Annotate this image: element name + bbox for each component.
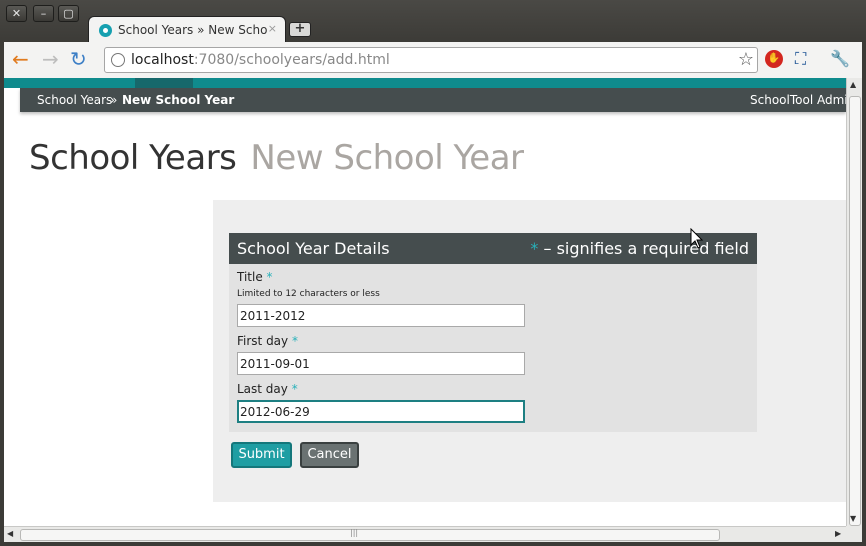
wrench-menu-icon[interactable]: 🔧 <box>830 50 850 68</box>
cancel-button[interactable]: Cancel <box>300 442 359 468</box>
mouse-cursor-icon <box>690 228 704 249</box>
breadcrumb-school-years[interactable]: School Years <box>37 93 112 107</box>
first-day-required-star: * <box>291 334 298 348</box>
window-minimize-button[interactable]: – <box>33 5 54 22</box>
vertical-scrollbar[interactable]: ▲ ▼ <box>846 78 862 526</box>
scroll-grip: ||| <box>350 528 359 537</box>
vertical-scroll-thumb[interactable] <box>849 96 861 526</box>
page-title-sub: New School Year <box>250 138 524 178</box>
breadcrumb: School Years » New School Year SchoolToo… <box>20 88 846 112</box>
first-day-label-text: First day <box>237 334 289 348</box>
page-viewport: School Years » New School Year SchoolToo… <box>4 88 846 526</box>
url-host: localhost <box>131 52 194 68</box>
title-label-text: Title <box>237 270 263 284</box>
address-bar[interactable]: localhost:7080/schoolyears/add.html ☆ <box>104 47 758 73</box>
accent-bar <box>4 78 846 88</box>
scroll-right-arrow-icon[interactable]: ▶ <box>835 529 841 538</box>
required-field-note: * – signifies a required field <box>530 239 749 258</box>
required-star: * <box>530 239 539 258</box>
scroll-up-arrow-icon[interactable]: ▲ <box>850 80 856 89</box>
scrollbar-corner <box>846 526 862 542</box>
stop-extension-icon[interactable]: ✋ <box>765 50 783 68</box>
tab-title: School Years » New School Year <box>118 23 268 37</box>
page-title-main: School Years <box>29 138 237 178</box>
submit-button[interactable]: Submit <box>231 442 292 468</box>
window-maximize-button[interactable]: ▢ <box>58 5 79 22</box>
schooltool-favicon-icon <box>99 24 112 37</box>
breadcrumb-separator: » <box>110 93 118 107</box>
school-year-form: School Year Details * – signifies a requ… <box>229 233 757 432</box>
content-area: School Year Details * – signifies a requ… <box>213 200 846 502</box>
first-day-label: First day * <box>237 334 298 348</box>
reload-icon[interactable]: ↻ <box>70 49 87 69</box>
title-label: Title * <box>237 270 273 284</box>
required-note-text: – signifies a required field <box>543 239 750 258</box>
url-path: :7080/schoolyears/add.html <box>193 52 390 68</box>
horizontal-scroll-thumb[interactable] <box>20 529 720 541</box>
accent-bar-highlight <box>135 78 193 88</box>
globe-icon <box>111 53 125 67</box>
scroll-down-arrow-icon[interactable]: ▼ <box>850 514 856 523</box>
title-hint: Limited to 12 characters or less <box>237 289 380 299</box>
breadcrumb-new-school-year: New School Year <box>122 93 235 107</box>
last-day-label: Last day * <box>237 382 298 396</box>
forward-arrow-icon[interactable]: → <box>42 49 59 69</box>
browser-tab[interactable]: School Years » New School Year × <box>88 16 286 44</box>
title-required-star: * <box>266 270 273 284</box>
new-tab-button[interactable]: + <box>289 22 311 37</box>
title-input[interactable] <box>237 304 525 327</box>
first-day-input[interactable] <box>237 352 525 375</box>
last-day-required-star: * <box>291 382 298 396</box>
back-arrow-icon[interactable]: ← <box>12 49 29 69</box>
browser-toolbar: ← → ↻ localhost:7080/schoolyears/add.htm… <box>4 42 862 78</box>
form-heading: School Year Details <box>237 239 390 258</box>
tab-close-icon[interactable]: × <box>268 22 277 35</box>
scroll-left-arrow-icon[interactable]: ◀ <box>7 529 13 538</box>
bookmark-star-icon[interactable]: ☆ <box>738 49 754 70</box>
form-header: School Year Details * – signifies a requ… <box>229 233 757 264</box>
last-day-label-text: Last day <box>237 382 288 396</box>
horizontal-scrollbar[interactable]: ◀ ||| ▶ <box>4 526 846 542</box>
fullscreen-icon[interactable]: ⛶ <box>795 50 806 68</box>
last-day-input[interactable] <box>237 400 525 423</box>
page-title: School Years New School Year <box>29 138 524 178</box>
window-titlebar: ✕ – ▢ School Years » New School Year × + <box>0 0 866 44</box>
url-text[interactable]: localhost:7080/schoolyears/add.html <box>131 52 390 68</box>
user-menu[interactable]: SchoolTool Administrator <box>750 93 846 107</box>
window-close-button[interactable]: ✕ <box>6 5 27 22</box>
